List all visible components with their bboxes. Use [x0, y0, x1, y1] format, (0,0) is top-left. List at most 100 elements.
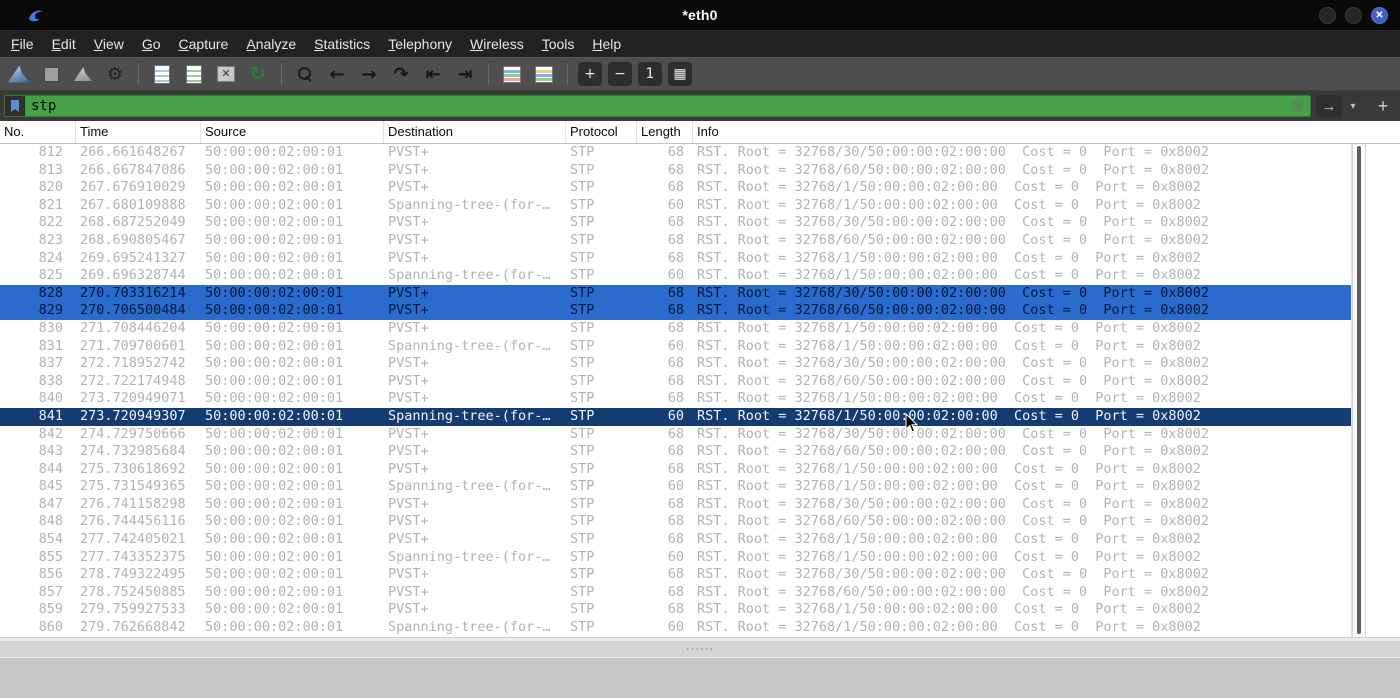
packet-row-828[interactable]: 828 270.703316214 50:00:00:02:00:01 PVST…	[0, 284, 1351, 303]
menu-view[interactable]: View	[85, 31, 133, 57]
stop-capture-icon[interactable]	[36, 61, 66, 87]
column-destination[interactable]: Destination	[384, 121, 566, 143]
display-filter-input[interactable]: stp ⊗	[4, 95, 1311, 117]
menu-go[interactable]: Go	[133, 31, 170, 57]
packet-row-845[interactable]: 845 275.731549365 50:00:00:02:00:01 Span…	[0, 478, 1351, 496]
vertical-scrollbar[interactable]	[1352, 144, 1366, 637]
packet-row-860[interactable]: 860 279.762668842 50:00:00:02:00:01 Span…	[0, 619, 1351, 637]
filter-apply-icon[interactable]: →	[1316, 95, 1342, 117]
cell-time: 279.759927533	[80, 601, 186, 618]
cell-length: 68	[667, 425, 684, 442]
column-no[interactable]: No.	[0, 121, 76, 143]
packet-row-854[interactable]: 854 277.742405021 50:00:00:02:00:01 PVST…	[0, 531, 1351, 549]
cell-time: 268.690805467	[80, 231, 186, 248]
packet-row-821[interactable]: 821 267.680109888 50:00:00:02:00:01 Span…	[0, 197, 1351, 215]
open-file-icon[interactable]	[147, 61, 177, 87]
menu-analyze[interactable]: Analyze	[237, 31, 305, 57]
go-first-packet-icon[interactable]: ⇤	[418, 61, 448, 87]
cell-protocol: STP	[570, 302, 595, 319]
zoom-original-icon[interactable]: 1	[638, 62, 662, 86]
filter-value[interactable]: stp	[25, 98, 1290, 114]
packet-row-830[interactable]: 830 271.708446204 50:00:00:02:00:01 PVST…	[0, 320, 1351, 338]
packet-row-841[interactable]: 841 273.720949307 50:00:00:02:00:01 Span…	[0, 407, 1351, 426]
capture-options-gear-icon[interactable]: ⚙	[100, 61, 130, 87]
cell-info: RST. Root = 32768/30/50:00:00:02:00:00 C…	[697, 144, 1210, 160]
packet-row-831[interactable]: 831 271.709700601 50:00:00:02:00:01 Span…	[0, 338, 1351, 356]
pane-splitter[interactable]: ······	[0, 641, 1400, 657]
packet-row-824[interactable]: 824 269.695241327 50:00:00:02:00:01 PVST…	[0, 250, 1351, 268]
packet-row-856[interactable]: 856 278.749322495 50:00:00:02:00:01 PVST…	[0, 566, 1351, 584]
packet-row-848[interactable]: 848 276.744456116 50:00:00:02:00:01 PVST…	[0, 513, 1351, 531]
cell-source: 50:00:00:02:00:01	[205, 531, 344, 548]
go-forward-icon[interactable]: →	[354, 61, 384, 87]
menu-statistics[interactable]: Statistics	[305, 31, 379, 57]
packet-row-843[interactable]: 843 274.732985684 50:00:00:02:00:01 PVST…	[0, 443, 1351, 461]
cell-time: 279.762668842	[80, 619, 186, 636]
column-info[interactable]: Info	[693, 121, 1400, 143]
start-capture-fin-icon[interactable]	[4, 61, 34, 87]
add-filter-button[interactable]: +	[1372, 95, 1394, 117]
maximize-button[interactable]	[1345, 6, 1362, 24]
find-packet-icon[interactable]	[290, 61, 320, 87]
menu-tools[interactable]: Tools	[533, 31, 584, 57]
menu-edit[interactable]: Edit	[43, 31, 85, 57]
cell-destination: Spanning-tree-(for-…	[388, 267, 551, 284]
cell-protocol: STP	[570, 566, 595, 583]
packet-row-825[interactable]: 825 269.696328744 50:00:00:02:00:01 Span…	[0, 267, 1351, 285]
menu-wireless[interactable]: Wireless	[461, 31, 533, 57]
packet-row-842[interactable]: 842 274.729750666 50:00:00:02:00:01 PVST…	[0, 426, 1351, 444]
pane-splitter-handle[interactable]: ······	[686, 644, 714, 655]
column-time[interactable]: Time	[76, 121, 201, 143]
close-button[interactable]: ✕	[1371, 6, 1388, 24]
icon-glyph: ✕	[217, 66, 235, 82]
menu-help[interactable]: Help	[583, 31, 630, 57]
packet-rows: 812 266.661648267 50:00:00:02:00:01 PVST…	[0, 144, 1352, 637]
menu-telephony[interactable]: Telephony	[379, 31, 461, 57]
go-last-packet-icon[interactable]: ⇥	[450, 61, 480, 87]
cell-length: 68	[667, 161, 684, 178]
packet-row-837[interactable]: 837 272.718952742 50:00:00:02:00:01 PVST…	[0, 355, 1351, 373]
save-file-icon[interactable]	[179, 61, 209, 87]
cell-source: 50:00:00:02:00:01	[205, 144, 344, 160]
menu-file[interactable]: File	[2, 31, 43, 57]
column-length[interactable]: Length	[637, 121, 693, 143]
packet-row-857[interactable]: 857 278.752450885 50:00:00:02:00:01 PVST…	[0, 584, 1351, 602]
cell-length: 60	[667, 478, 684, 495]
packet-row-840[interactable]: 840 273.720949071 50:00:00:02:00:01 PVST…	[0, 390, 1351, 408]
packet-row-822[interactable]: 822 268.687252049 50:00:00:02:00:01 PVST…	[0, 214, 1351, 232]
cell-length: 68	[667, 144, 684, 160]
go-to-packet-icon[interactable]: ↷	[386, 61, 416, 87]
cell-source: 50:00:00:02:00:01	[205, 319, 344, 336]
reload-icon[interactable]: ↻	[243, 61, 273, 87]
filter-clear-icon[interactable]: ⊗	[1290, 97, 1303, 115]
filter-bookmark-icon[interactable]	[5, 96, 25, 116]
column-protocol[interactable]: Protocol	[566, 121, 637, 143]
cell-no: 854	[38, 531, 63, 548]
packet-row-812[interactable]: 812 266.661648267 50:00:00:02:00:01 PVST…	[0, 144, 1351, 162]
resize-columns-icon[interactable]: ▦	[668, 62, 692, 86]
scrollbar-thumb[interactable]	[1357, 146, 1361, 634]
packet-row-820[interactable]: 820 267.676910029 50:00:00:02:00:01 PVST…	[0, 179, 1351, 197]
filter-dropdown-arrow-icon[interactable]: ▾	[1347, 101, 1359, 112]
icon-glyph: ⇤	[425, 63, 441, 85]
menu-capture[interactable]: Capture	[170, 31, 238, 57]
zoom-out-icon[interactable]: −	[608, 62, 632, 86]
packet-row-813[interactable]: 813 266.667847086 50:00:00:02:00:01 PVST…	[0, 162, 1351, 180]
close-file-icon[interactable]: ✕	[211, 61, 241, 87]
minimize-button[interactable]	[1319, 6, 1336, 24]
column-source[interactable]: Source	[201, 121, 384, 143]
packet-row-823[interactable]: 823 268.690805467 50:00:00:02:00:01 PVST…	[0, 232, 1351, 250]
auto-scroll-icon[interactable]	[497, 61, 527, 87]
packet-row-847[interactable]: 847 276.741158298 50:00:00:02:00:01 PVST…	[0, 496, 1351, 514]
cell-no: 831	[38, 337, 63, 354]
colorize-packets-icon[interactable]	[529, 61, 559, 87]
restart-capture-icon[interactable]	[68, 61, 98, 87]
cell-time: 266.667847086	[80, 161, 186, 178]
packet-row-829[interactable]: 829 270.706500484 50:00:00:02:00:01 PVST…	[0, 302, 1351, 320]
packet-row-855[interactable]: 855 277.743352375 50:00:00:02:00:01 Span…	[0, 549, 1351, 567]
packet-row-844[interactable]: 844 275.730618692 50:00:00:02:00:01 PVST…	[0, 461, 1351, 479]
packet-row-838[interactable]: 838 272.722174948 50:00:00:02:00:01 PVST…	[0, 373, 1351, 391]
packet-row-859[interactable]: 859 279.759927533 50:00:00:02:00:01 PVST…	[0, 601, 1351, 619]
go-back-icon[interactable]: ←	[322, 61, 352, 87]
zoom-in-icon[interactable]: +	[578, 62, 602, 86]
